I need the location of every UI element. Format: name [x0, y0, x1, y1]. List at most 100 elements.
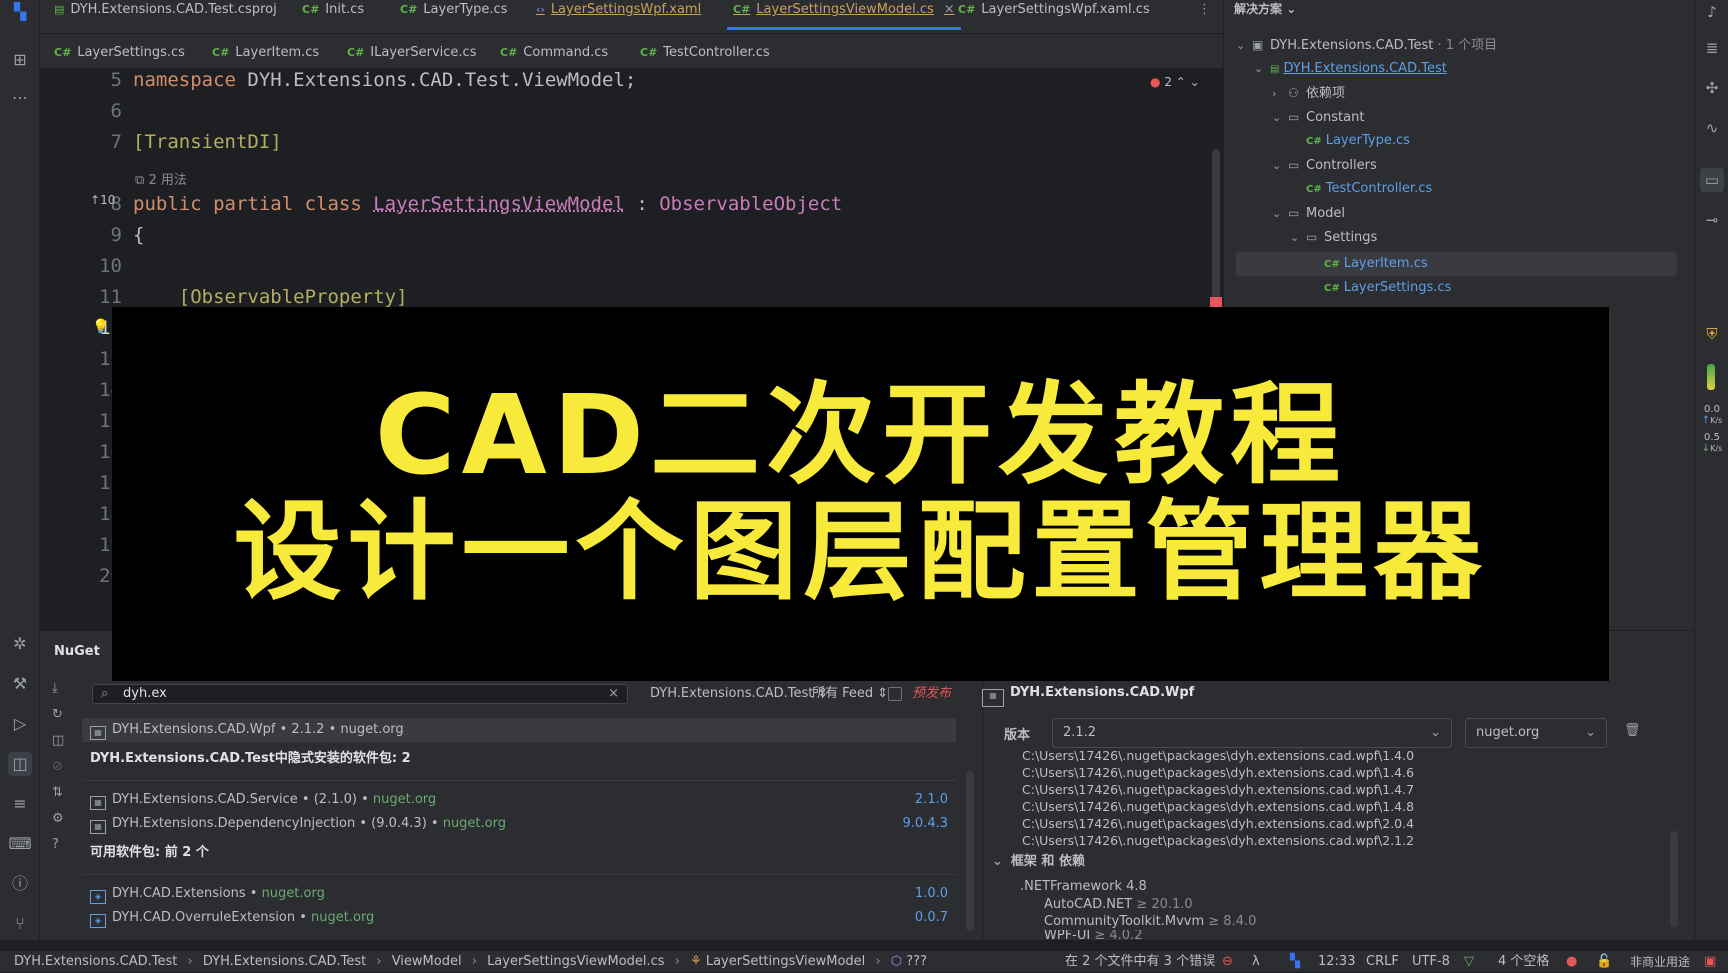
code-line-5[interactable]: namespace DYH.Extensions.CAD.Test.ViewMo…: [133, 69, 636, 91]
code-line-8[interactable]: public partial class LayerSettingsViewMo…: [133, 193, 842, 215]
restore-icon[interactable]: ⊘: [52, 759, 63, 774]
tree-folder-settings[interactable]: ⌄ ▭ Settings: [1290, 226, 1377, 248]
code-line-7[interactable]: [TransientDI]: [133, 131, 282, 153]
more-tools-icon[interactable]: ⋯: [8, 86, 32, 110]
notification-badge-icon[interactable]: ▣: [1704, 951, 1716, 973]
solution-header[interactable]: 解决方案 ⌄: [1234, 0, 1296, 20]
lambda-icon[interactable]: λ: [1252, 951, 1260, 973]
lock-icon[interactable]: 🔓: [1596, 951, 1612, 973]
git-icon[interactable]: ⑂: [8, 912, 32, 936]
nuget-search-box[interactable]: ⌕ dyh.ex ×: [92, 684, 628, 704]
class-name[interactable]: LayerSettingsViewModel: [373, 193, 625, 215]
line-ending[interactable]: CRLF: [1366, 951, 1399, 973]
breadcrumb-item[interactable]: ???: [906, 954, 927, 969]
tab-layersettings-cs[interactable]: C# LayerSettings.cs: [54, 43, 185, 68]
download-icon[interactable]: ⤓: [52, 681, 58, 696]
debug-icon[interactable]: ✲: [8, 632, 32, 656]
build-icon[interactable]: ⚒: [8, 672, 32, 696]
feed-filter-dropdown[interactable]: 所有 Feed ⇕: [812, 684, 888, 704]
breadcrumb-item[interactable]: ViewModel: [392, 954, 462, 969]
run-icon[interactable]: ▷: [8, 712, 32, 736]
tab-layersettingsviewmodel-cs[interactable]: C# LayerSettingsViewModel.cs ×: [727, 0, 961, 33]
inspection-icon[interactable]: ▽: [1464, 951, 1474, 973]
breadcrumb-item[interactable]: LayerSettingsViewModel: [706, 954, 865, 969]
file-encoding[interactable]: UTF-8: [1412, 951, 1450, 973]
tab-overflow-icon[interactable]: ⋮: [1198, 0, 1211, 33]
no-entry-icon[interactable]: ⊖: [1222, 951, 1233, 973]
tab-layersettingswpf-xaml-cs[interactable]: C# LayerSettingsWpf.xaml.cs: [958, 0, 1150, 33]
terminal-icon[interactable]: ⌨: [8, 832, 32, 856]
tab-testcontroller-cs[interactable]: C# TestController.cs: [640, 43, 770, 68]
lightbulb-icon[interactable]: 💡: [92, 319, 109, 335]
installed-path[interactable]: C:\Users\17426\.nuget\packages\dyh.exten…: [1022, 747, 1622, 764]
uninstall-trash-icon[interactable]: 🗑: [1624, 723, 1641, 738]
source-select[interactable]: nuget.org ⌄: [1465, 718, 1607, 748]
project-filter-dropdown[interactable]: DYH.Extensions.CAD.Test ⇕: [650, 684, 828, 704]
tab-layeritem-cs[interactable]: C# LayerItem.cs: [212, 43, 319, 68]
package-row[interactable]: ▦ DYH.Extensions.DependencyInjection • (9…: [90, 812, 948, 836]
installed-path[interactable]: C:\Users\17426\.nuget\packages\dyh.exten…: [1022, 781, 1622, 798]
tree-file-testcontroller[interactable]: C# TestController.cs: [1306, 178, 1432, 200]
close-tab-icon[interactable]: ×: [944, 2, 955, 17]
tab-csproj[interactable]: ▤ DYH.Extensions.CAD.Test.csproj: [54, 0, 277, 33]
database-icon[interactable]: ≣: [1700, 36, 1724, 60]
package-row[interactable]: ▦ DYH.Extensions.CAD.Service • (2.1.0) • …: [90, 788, 948, 812]
tab-ilayerservice-cs[interactable]: C# ILayerService.cs: [347, 43, 476, 68]
shield-icon[interactable]: ⛨: [1700, 322, 1724, 346]
error-badge-icon[interactable]: ●: [1566, 951, 1577, 973]
sort-icon[interactable]: ⇅: [52, 785, 63, 800]
prerelease-checkbox[interactable]: [888, 687, 902, 701]
package-row[interactable]: ◈ DYH.CAD.OverruleExtension • nuget.org 0.…: [90, 906, 948, 930]
usages-hint[interactable]: ⧉ 2 用法: [135, 169, 187, 188]
code-line-9[interactable]: {: [133, 224, 144, 246]
version-select[interactable]: 2.1.2 ⌄: [1052, 718, 1452, 748]
performance-icon[interactable]: ∿: [1700, 116, 1724, 140]
tab-layersettingswpf-xaml[interactable]: ‹› LayerSettingsWpf.xaml: [536, 0, 701, 33]
commit-icon[interactable]: ⊸: [1700, 208, 1724, 232]
breadcrumb-item[interactable]: LayerSettingsViewModel.cs: [487, 954, 665, 969]
installed-path[interactable]: C:\Users\17426\.nuget\packages\dyh.exten…: [1022, 815, 1622, 832]
tree-project[interactable]: ⌄ ▤ DYH.Extensions.CAD.Test: [1254, 58, 1447, 80]
detail-scrollbar[interactable]: [1670, 831, 1678, 927]
installed-path[interactable]: C:\Users\17426\.nuget\packages\dyh.exten…: [1022, 764, 1622, 781]
problems-icon[interactable]: ⓘ: [8, 872, 32, 896]
installed-path[interactable]: C:\Users\17426\.nuget\packages\dyh.exten…: [1022, 798, 1622, 815]
nuget-icon[interactable]: ◫: [8, 752, 32, 776]
search-input[interactable]: dyh.ex: [123, 685, 167, 703]
tree-folder-model[interactable]: ⌄ ▭ Model: [1272, 202, 1345, 224]
package-row[interactable]: ◈ DYH.CAD.Extensions • nuget.org 1.0.0: [90, 882, 948, 906]
tab-init-cs[interactable]: C# Init.cs: [302, 0, 364, 33]
tree-folder-controllers[interactable]: ⌄ ▭ Controllers: [1272, 154, 1377, 176]
error-indicator[interactable]: ● 2 ⌃ ⌄: [1150, 75, 1200, 89]
installed-path[interactable]: C:\Users\17426\.nuget\packages\dyh.exten…: [1022, 832, 1622, 849]
tree-file-layersettings[interactable]: C# LayerSettings.cs: [1324, 277, 1451, 299]
tree-file-layeritem[interactable]: C# LayerItem.cs: [1324, 253, 1428, 275]
deps-section-toggle[interactable]: ⌄ 框架 和 依赖: [992, 852, 1085, 872]
breadcrumb-item[interactable]: DYH.Extensions.CAD.Test: [14, 954, 177, 969]
settings-gear-icon[interactable]: ⚙: [52, 811, 64, 826]
package-list-scrollbar[interactable]: [966, 771, 974, 931]
tab-layertype-cs[interactable]: C# LayerType.cs: [400, 0, 507, 33]
caret-position[interactable]: 12:33: [1318, 951, 1355, 973]
next-error-icon[interactable]: ⌄: [1190, 75, 1200, 89]
tree-dependencies[interactable]: › ⚇ 依赖项: [1272, 82, 1345, 104]
refresh-icon[interactable]: ↻: [52, 707, 63, 722]
tree-folder-constant[interactable]: ⌄ ▭ Constant: [1272, 106, 1364, 128]
selected-package-row[interactable]: ▦ DYH.Extensions.CAD.Wpf • 2.1.2 • nuget.…: [82, 718, 956, 742]
notifications-icon[interactable]: ♪: [1700, 0, 1724, 24]
breadcrumb-item[interactable]: DYH.Extensions.CAD.Test: [203, 954, 366, 969]
implementations-gutter[interactable]: ↑10: [90, 193, 115, 207]
tab-command-cs[interactable]: C# Command.cs: [500, 43, 608, 68]
status-errors[interactable]: 在 2 个文件中有 3 个错误: [1065, 951, 1215, 973]
structure-icon[interactable]: ⊞: [8, 48, 32, 72]
indent-setting[interactable]: 4 个空格: [1498, 951, 1549, 973]
layout-icon[interactable]: ◫: [52, 733, 64, 748]
tree-solution-root[interactable]: ⌄ ▣ DYH.Extensions.CAD.Test · 1 个项目: [1236, 34, 1497, 56]
code-line-11[interactable]: [ObservableProperty]: [133, 286, 408, 308]
solution-explorer-icon[interactable]: ▭: [1700, 168, 1724, 192]
plugins-icon[interactable]: ✣: [1700, 76, 1724, 100]
rider-logo-icon[interactable]: ▚: [8, 0, 32, 24]
todo-icon[interactable]: ≡: [8, 792, 32, 816]
license-status[interactable]: 非商业用途: [1630, 951, 1690, 973]
rider-status-icon[interactable]: ▚: [1290, 951, 1300, 973]
